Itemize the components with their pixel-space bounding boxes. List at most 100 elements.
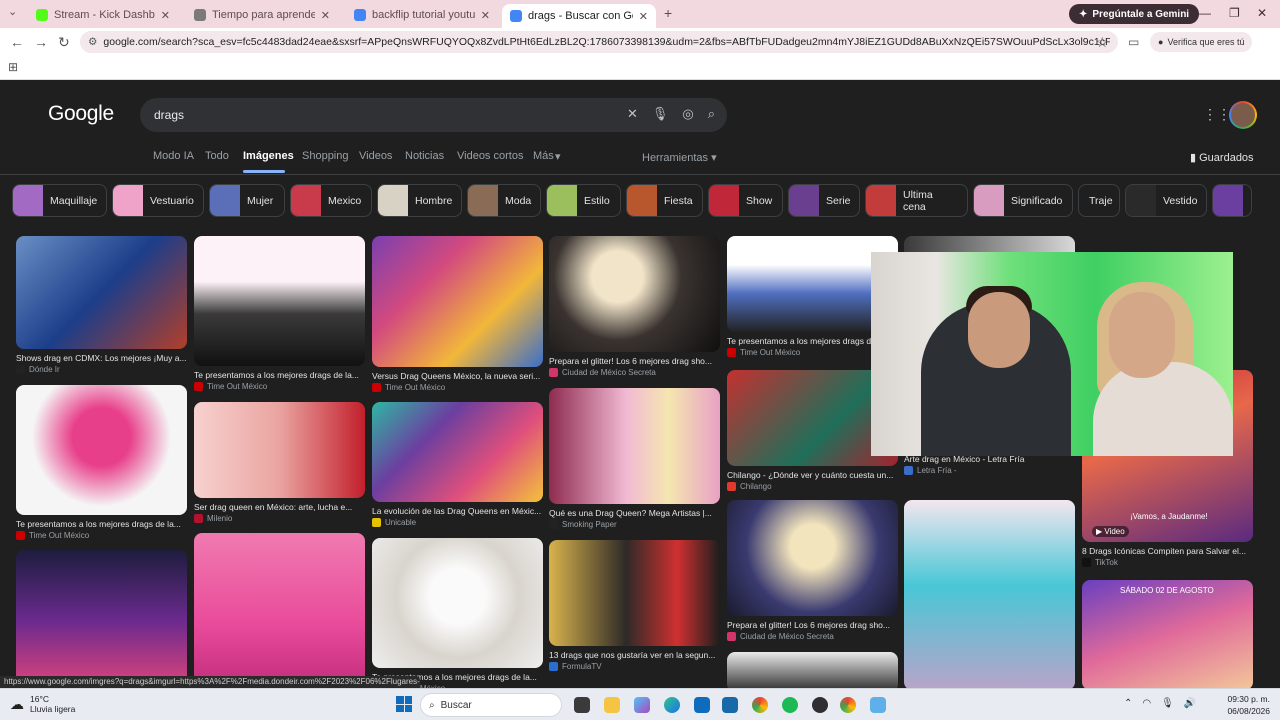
result-caption[interactable]: Versus Drag Queens México, la nueva seri… bbox=[372, 371, 543, 381]
nav-tab-1[interactable]: Modo IA bbox=[153, 150, 194, 162]
tab-item[interactable]: Tiempo para aprender backflip ✕ bbox=[186, 4, 338, 26]
site-info-icon[interactable]: ⚙ bbox=[88, 36, 97, 48]
chip-13[interactable]: Traje bbox=[1078, 184, 1120, 217]
result-caption[interactable]: 13 drags que nos gustaría ver en la segu… bbox=[549, 650, 720, 660]
result-caption[interactable]: Chilango - ¿Dónde ver y cuánto cuesta un… bbox=[727, 470, 898, 480]
image-result[interactable] bbox=[549, 540, 720, 646]
weather-widget[interactable]: ☁ 16°C Lluvia ligera bbox=[10, 694, 75, 714]
nav-tab-7[interactable]: Videos cortos bbox=[457, 150, 523, 162]
volume-icon[interactable]: 🔊 bbox=[1184, 698, 1196, 709]
back-icon[interactable]: ← bbox=[10, 34, 24, 50]
search-input[interactable]: drags ✕ 🎙 ◎ ⌕ bbox=[140, 98, 727, 132]
result-caption[interactable]: Prepara el glitter! Los 6 mejores drag s… bbox=[549, 356, 720, 366]
image-result[interactable] bbox=[727, 500, 898, 616]
edge-icon[interactable] bbox=[664, 697, 680, 713]
chip-4[interactable]: Mexico bbox=[290, 184, 372, 217]
lens-icon[interactable]: ◎ bbox=[682, 106, 693, 122]
result-caption[interactable]: Te presentamos a los mejores drags de la… bbox=[16, 519, 187, 529]
result-caption[interactable]: 8 Drags Icónicas Compiten para Salvar el… bbox=[1082, 546, 1253, 556]
image-result[interactable] bbox=[194, 533, 365, 688]
result-caption[interactable]: La evolución de las Drag Queens en Méxic… bbox=[372, 506, 543, 516]
image-result[interactable] bbox=[549, 236, 720, 352]
result-source[interactable]: Time Out México bbox=[372, 383, 543, 392]
image-result[interactable] bbox=[372, 538, 543, 668]
result-source[interactable]: Ciudad de México Secreta bbox=[727, 632, 898, 641]
microphone-icon[interactable]: 🎙 bbox=[652, 106, 669, 122]
result-source[interactable]: FormulaTV bbox=[549, 662, 720, 671]
file-explorer-icon[interactable] bbox=[604, 697, 620, 713]
result-caption[interactable]: Prepara el glitter! Los 6 mejores drag s… bbox=[727, 620, 898, 630]
result-source[interactable]: Chilango bbox=[727, 482, 898, 491]
windows-start-icon[interactable] bbox=[396, 696, 412, 712]
result-source[interactable]: Smoking Paper bbox=[549, 520, 720, 529]
search-icon[interactable]: ⌕ bbox=[708, 106, 715, 122]
image-result[interactable] bbox=[194, 402, 365, 498]
chip-1[interactable]: Maquillaje bbox=[12, 184, 107, 217]
image-result[interactable] bbox=[1082, 580, 1253, 688]
tab-search-icon[interactable]: ⌄ bbox=[8, 5, 17, 18]
clear-icon[interactable]: ✕ bbox=[627, 106, 638, 122]
chip-5[interactable]: Hombre bbox=[377, 184, 462, 217]
nav-tab-2[interactable]: Todo bbox=[205, 150, 229, 162]
result-source[interactable]: Letra Fría - bbox=[904, 466, 1075, 475]
notepad-icon[interactable] bbox=[870, 697, 886, 713]
chip-11[interactable]: Ultima cena bbox=[865, 184, 968, 217]
tab-close-icon[interactable]: ✕ bbox=[639, 10, 648, 23]
result-caption[interactable]: Ser drag queen en México: arte, lucha e.… bbox=[194, 502, 365, 512]
apps-grid-icon[interactable]: ⊞ bbox=[8, 60, 18, 74]
chip-6[interactable]: Moda bbox=[467, 184, 541, 217]
outlook-icon[interactable] bbox=[694, 697, 710, 713]
tab-close-icon[interactable]: ✕ bbox=[161, 9, 170, 22]
copilot-icon[interactable] bbox=[634, 697, 650, 713]
tools-dropdown[interactable]: Herramientas ▾ bbox=[642, 151, 717, 164]
tab-item[interactable]: drags - Buscar con Google ✕ bbox=[502, 4, 656, 28]
image-result[interactable] bbox=[16, 385, 187, 515]
new-tab-button[interactable]: + bbox=[664, 5, 672, 21]
nav-tab-8[interactable]: Más bbox=[533, 150, 554, 162]
chip-12[interactable]: Significado bbox=[973, 184, 1073, 217]
saved-button[interactable]: ▮ Guardados bbox=[1190, 151, 1254, 164]
tray-chevron-icon[interactable]: ⌃ bbox=[1124, 698, 1132, 709]
result-source[interactable]: Milenio bbox=[194, 514, 365, 523]
taskbar-search[interactable]: ⌕ Buscar bbox=[420, 693, 562, 717]
tab-close-icon[interactable]: ✕ bbox=[481, 9, 490, 22]
tab-close-icon[interactable]: ✕ bbox=[321, 9, 330, 22]
bookmark-star-icon[interactable]: ☆ bbox=[1096, 34, 1109, 51]
chrome-icon[interactable] bbox=[752, 697, 768, 713]
image-result[interactable] bbox=[372, 402, 543, 502]
chip-partial[interactable] bbox=[1212, 184, 1252, 217]
image-result[interactable] bbox=[727, 652, 898, 688]
tab-item[interactable]: Stream - Kick Dashboard ✕ bbox=[28, 4, 178, 26]
chrome-active-icon[interactable] bbox=[840, 697, 856, 713]
nav-tab-4[interactable]: Shopping bbox=[302, 150, 349, 162]
chip-14[interactable]: Vestido bbox=[1125, 184, 1207, 217]
result-caption[interactable]: Qué es una Drag Queen? Mega Artistas |..… bbox=[549, 508, 720, 518]
result-source[interactable]: TikTok bbox=[1082, 558, 1253, 567]
result-source[interactable]: Dónde Ir bbox=[16, 365, 187, 374]
task-view-icon[interactable] bbox=[574, 697, 590, 713]
forward-icon[interactable]: → bbox=[34, 34, 48, 50]
reload-icon[interactable]: ↻ bbox=[58, 34, 70, 51]
nav-tab-6[interactable]: Noticias bbox=[405, 150, 444, 162]
chip-8[interactable]: Fiesta bbox=[626, 184, 703, 217]
result-source[interactable]: Time Out México bbox=[194, 382, 365, 391]
image-result[interactable] bbox=[16, 550, 187, 688]
result-source[interactable]: Ciudad de México Secreta bbox=[549, 368, 720, 377]
chip-3[interactable]: Mujer bbox=[209, 184, 285, 217]
nav-tab-5[interactable]: Videos bbox=[359, 150, 392, 162]
result-source[interactable]: Time Out México bbox=[16, 531, 187, 540]
image-result[interactable] bbox=[194, 236, 365, 366]
spotify-icon[interactable] bbox=[782, 697, 798, 713]
image-result[interactable] bbox=[372, 236, 543, 367]
tab-item[interactable]: backflip tutorial youtube - Buscar ✕ bbox=[346, 4, 498, 26]
result-caption[interactable]: Te presentamos a los mejores drags de la… bbox=[194, 370, 365, 380]
store-icon[interactable] bbox=[722, 697, 738, 713]
chip-10[interactable]: Serie bbox=[788, 184, 860, 217]
restore-icon[interactable]: ❐ bbox=[1229, 6, 1240, 20]
gemini-button[interactable]: ✦ Pregúntale a Gemini bbox=[1069, 4, 1200, 24]
clock[interactable]: 09:30 p. m. 06/08/2026 bbox=[1220, 693, 1270, 717]
nav-tab-3[interactable]: Imágenes bbox=[243, 150, 294, 162]
image-result[interactable] bbox=[904, 500, 1075, 688]
extensions-icon[interactable]: ▭ bbox=[1128, 35, 1139, 49]
close-window-icon[interactable]: ✕ bbox=[1257, 6, 1267, 20]
